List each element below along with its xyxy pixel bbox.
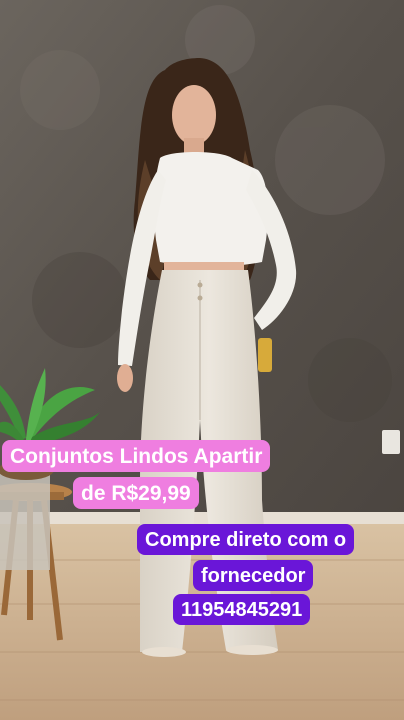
crop-top — [153, 152, 268, 267]
baseboard — [0, 512, 404, 524]
face — [172, 85, 216, 145]
video-frame[interactable]: Conjuntos Lindos Apartir de R$29,99 Comp… — [0, 0, 404, 720]
light-switch — [382, 430, 400, 454]
photo-scene — [0, 0, 404, 720]
handbag — [258, 338, 272, 372]
